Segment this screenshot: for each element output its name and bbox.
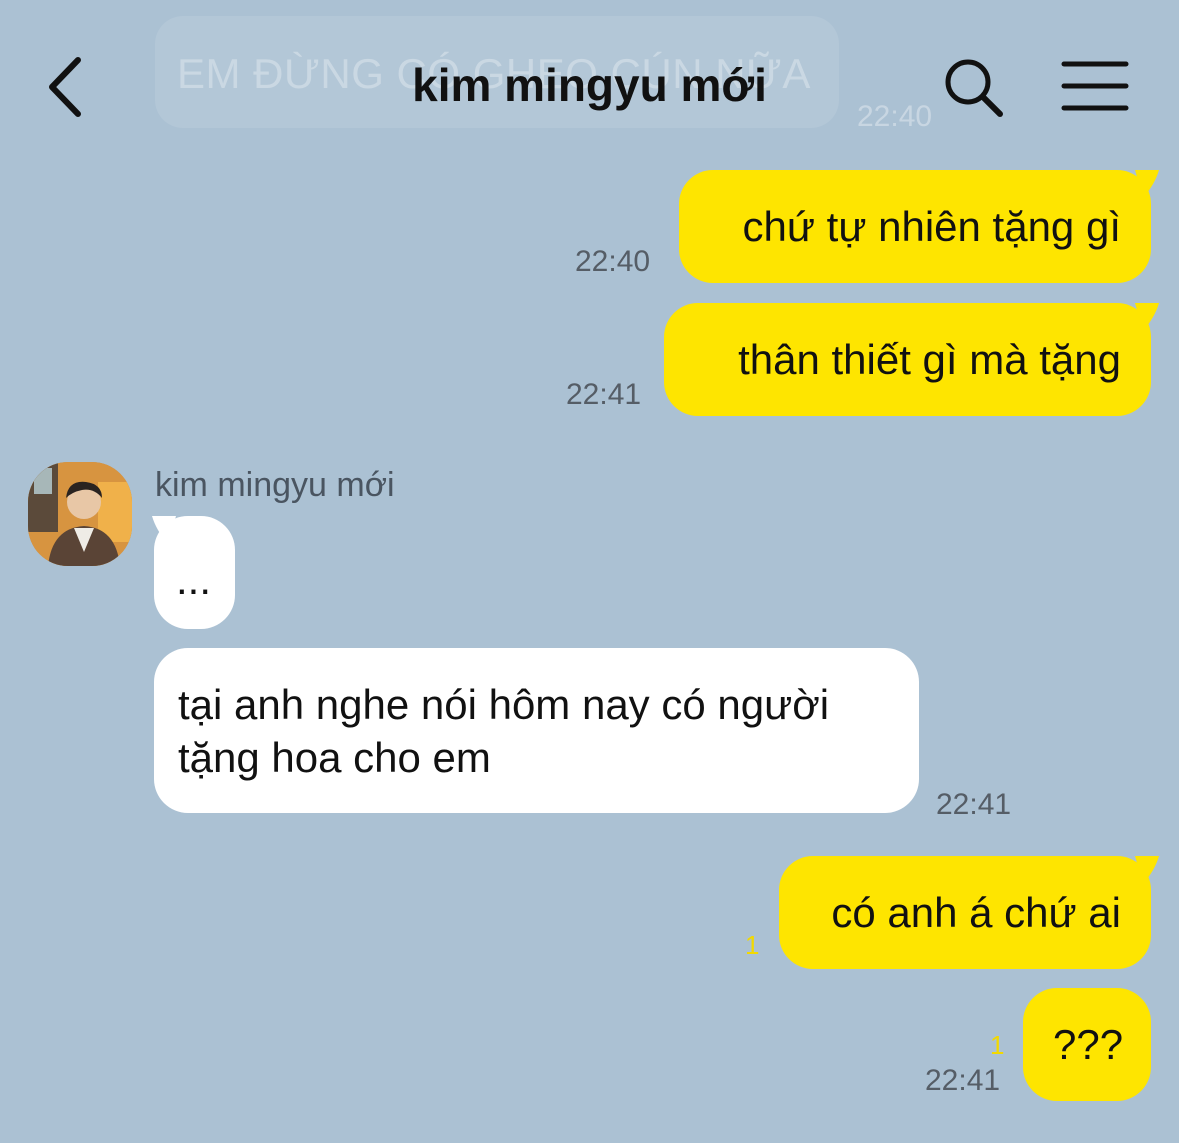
message-text: có anh á chứ ai [831, 889, 1121, 936]
unread-count: 1 [990, 1030, 1005, 1060]
message-text: tại anh nghe nói hôm nay có người tặng h… [178, 681, 830, 781]
chat-title: kim mingyu mới [412, 59, 767, 111]
message-time: 22:41 [936, 788, 1012, 821]
message-text: ??? [1053, 1021, 1124, 1068]
menu-button[interactable] [1060, 56, 1130, 116]
message-time: 22:41 [925, 1064, 1001, 1097]
message-time: 22:41 [566, 378, 642, 411]
my-message-bubble[interactable]: chứ tự nhiên tặng gì [679, 170, 1151, 283]
message-text: thân thiết gì mà tặng [738, 336, 1121, 383]
bubble-tail [1135, 303, 1159, 331]
chat-header: EM ĐỪNG CÓ GHẸO CÚN NỮA 22:40 kim mingyu… [0, 0, 1179, 150]
my-message-bubble[interactable]: ??? [1023, 988, 1151, 1101]
bubble-tail [1135, 856, 1159, 884]
menu-icon [1061, 61, 1129, 111]
avatar-image [28, 462, 132, 566]
sender-name: kim mingyu mới [155, 466, 395, 504]
my-message-bubble[interactable]: có anh á chứ ai [779, 856, 1151, 969]
message-time: 22:40 [575, 245, 651, 278]
back-button[interactable] [40, 52, 100, 122]
unread-count: 1 [745, 930, 760, 960]
search-icon [945, 59, 1003, 117]
my-message-bubble[interactable]: thân thiết gì mà tặng [664, 303, 1151, 416]
partner-avatar[interactable] [28, 462, 132, 566]
bubble-tail [152, 516, 176, 544]
back-icon [49, 57, 81, 117]
partner-message-bubble[interactable]: tại anh nghe nói hôm nay có người tặng h… [154, 648, 919, 813]
message-text: ... [176, 556, 212, 603]
search-button[interactable] [940, 54, 1006, 120]
message-text: chứ tự nhiên tặng gì [742, 203, 1121, 250]
bubble-tail [1135, 170, 1159, 198]
